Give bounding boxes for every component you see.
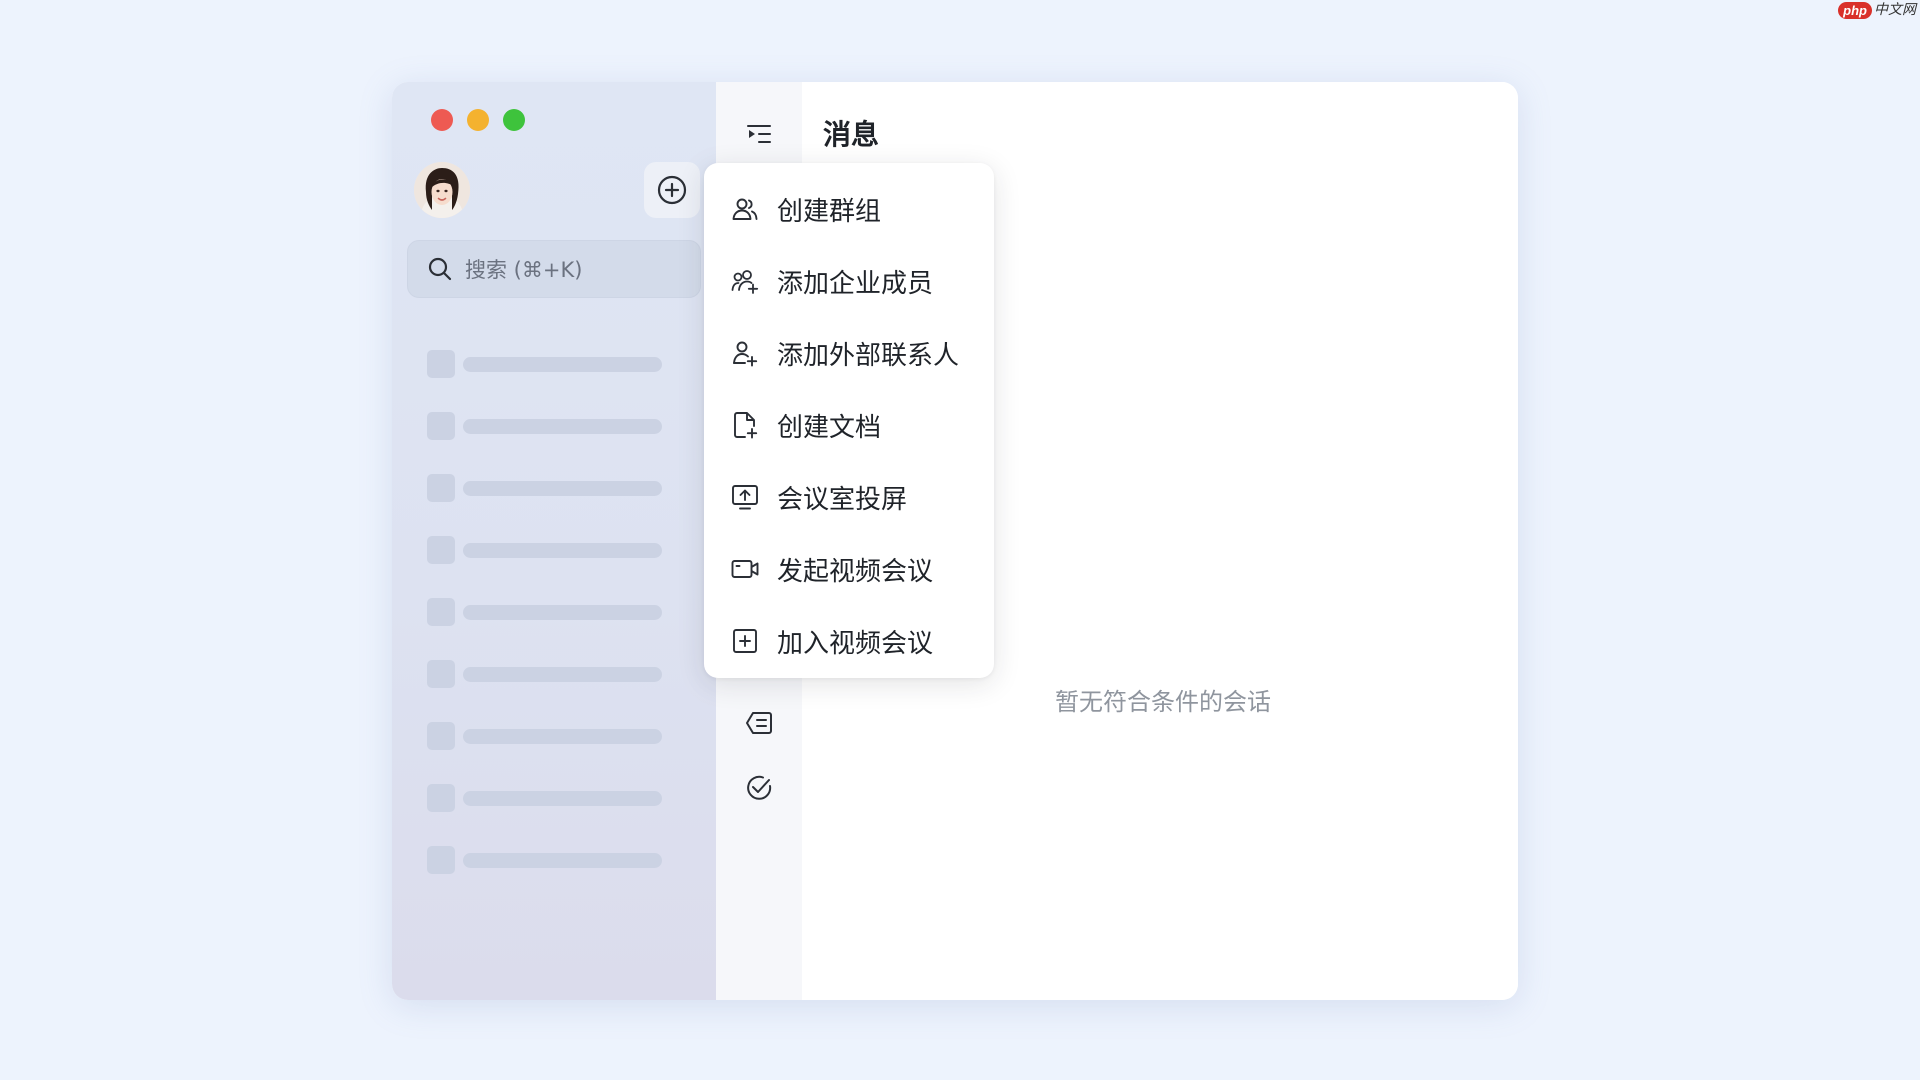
menu-item-label: 添加外部联系人: [777, 340, 960, 371]
list-item-skeleton: [427, 395, 662, 457]
create-menu: 创建群组 添加企业成员 添加外部联系人 创建文档 会议室投屏 发起视频会议 加入…: [704, 163, 994, 678]
list-item-skeleton: [427, 767, 662, 829]
search-icon: [428, 257, 452, 281]
list-item-skeleton: [427, 643, 662, 705]
menu-item-label: 创建群组: [777, 196, 882, 227]
conversation-list-loading: [427, 333, 662, 891]
menu-item-label: 加入视频会议: [777, 628, 934, 659]
task-check-icon[interactable]: [744, 773, 774, 803]
video-camera-icon: [731, 560, 759, 578]
plus-circle-icon: [657, 175, 687, 205]
window-controls: [431, 109, 525, 131]
menu-item-meeting-room-cast[interactable]: 会议室投屏: [704, 461, 994, 533]
empty-state-text: 暂无符合条件的会话: [1055, 688, 1271, 716]
watermark: php 中文网: [1838, 2, 1916, 19]
add-members-icon: [731, 270, 759, 294]
watermark-site: 中文网: [1874, 2, 1916, 18]
menu-item-create-group[interactable]: 创建群组: [704, 173, 994, 245]
menu-item-add-external-contact[interactable]: 添加外部联系人: [704, 317, 994, 389]
menu-item-label: 添加企业成员: [777, 268, 934, 299]
list-item-skeleton: [427, 581, 662, 643]
menu-item-label: 创建文档: [777, 412, 882, 443]
user-avatar[interactable]: [414, 162, 470, 218]
search-input[interactable]: 搜索 (⌘+K): [407, 240, 701, 298]
search-placeholder: 搜索 (⌘+K): [465, 258, 583, 282]
watermark-badge: php: [1838, 2, 1872, 19]
menu-item-label: 发起视频会议: [777, 556, 934, 587]
sidebar: 搜索 (⌘+K): [392, 82, 716, 1000]
menu-item-add-enterprise-members[interactable]: 添加企业成员: [704, 245, 994, 317]
menu-expand-icon[interactable]: [744, 119, 774, 149]
close-window-button[interactable]: [431, 109, 453, 131]
group-icon: [732, 198, 758, 220]
add-contact-icon: [733, 341, 758, 367]
list-item-skeleton: [427, 333, 662, 395]
list-item-skeleton: [427, 829, 662, 891]
menu-item-start-video-meeting[interactable]: 发起视频会议: [704, 533, 994, 605]
new-document-icon: [734, 412, 758, 439]
add-button[interactable]: [644, 162, 700, 218]
menu-item-create-document[interactable]: 创建文档: [704, 389, 994, 461]
menu-item-join-video-meeting[interactable]: 加入视频会议: [704, 605, 994, 677]
zoom-window-button[interactable]: [503, 109, 525, 131]
join-meeting-icon: [733, 629, 757, 653]
list-item-skeleton: [427, 457, 662, 519]
menu-item-label: 会议室投屏: [777, 484, 908, 515]
list-item-skeleton: [427, 705, 662, 767]
page-title: 消息: [823, 118, 880, 151]
screen-cast-icon: [732, 485, 758, 510]
message-list-icon[interactable]: [744, 708, 774, 738]
minimize-window-button[interactable]: [467, 109, 489, 131]
list-item-skeleton: [427, 519, 662, 581]
